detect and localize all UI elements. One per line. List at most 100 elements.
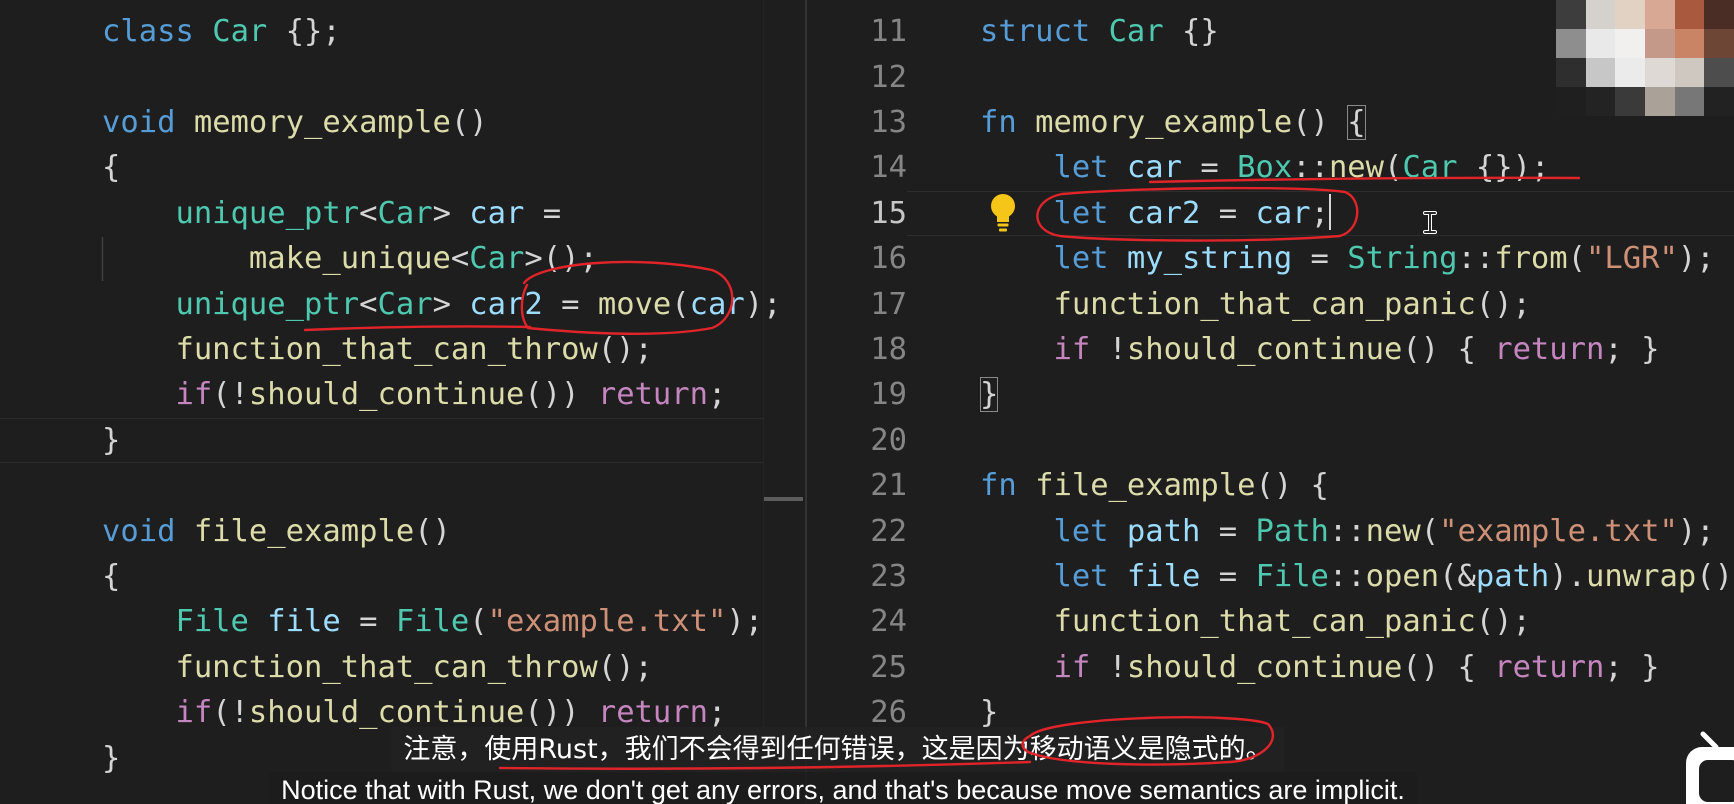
code-token: function_that_can_throw	[175, 649, 598, 685]
code-text[interactable]: if(!should_continue()) return;	[29, 695, 726, 730]
code-line[interactable]: }	[0, 418, 763, 463]
code-token: return	[1494, 649, 1605, 685]
overview-ruler[interactable]	[763, 0, 805, 804]
code-text[interactable]: let file = File::open(&path).unwrap()	[907, 554, 1734, 599]
code-line[interactable]: if(!should_continue()) return;	[0, 372, 763, 417]
code-text[interactable]: let car2 = car;	[907, 191, 1734, 236]
code-text[interactable]: }	[907, 372, 1734, 417]
right-code-lines[interactable]: 11 struct Car {} 12 13 fn memory_example() {…	[807, 9, 1734, 735]
code-line[interactable]: void memory_example()	[0, 100, 763, 145]
code-token: new	[1328, 150, 1385, 186]
code-line[interactable]: 23 let file = File::open(&path).unwrap()	[807, 554, 1734, 599]
code-token: fn	[980, 105, 1017, 141]
scroll-position-mark[interactable]	[764, 497, 803, 501]
webcam-mosaic-cell	[1674, 58, 1705, 87]
code-token: ::	[1292, 150, 1329, 186]
code-line[interactable]: 25 if !should_continue() { return; }	[807, 645, 1734, 690]
code-text[interactable]	[907, 418, 1734, 463]
code-line[interactable]: function_that_can_throw();	[0, 327, 763, 372]
code-text[interactable]	[29, 60, 102, 95]
code-text[interactable]: if !should_continue() { return; }	[907, 327, 1734, 372]
code-token: file_example	[193, 513, 415, 549]
code-token: Car	[212, 14, 268, 50]
code-text[interactable]: function_that_can_throw();	[29, 649, 653, 685]
code-line[interactable]: 14 let car = Box::new(Car {});	[807, 145, 1734, 190]
code-token: ())	[524, 695, 598, 731]
code-line[interactable]: {	[0, 145, 763, 190]
code-token: ();	[597, 649, 653, 685]
code-line[interactable]: 16 let my_string = String::from("LGR");	[807, 236, 1734, 281]
code-text[interactable]	[29, 468, 102, 503]
code-text[interactable]: File file = File("example.txt");	[29, 604, 763, 639]
code-token: function_that_can_panic	[1053, 604, 1476, 640]
active-code-line[interactable]: 15 let car2 = car;	[807, 191, 1734, 236]
line-number: 25	[870, 649, 907, 685]
code-line[interactable]: make_unique<Car>();	[0, 236, 763, 281]
code-line[interactable]: 19}	[807, 372, 1734, 417]
code-token: if	[175, 377, 213, 413]
code-text[interactable]: {	[29, 559, 120, 594]
code-token: fn	[980, 468, 1017, 504]
code-line[interactable]: class Car {};	[0, 9, 763, 54]
code-line[interactable]: 18 if !should_continue() { return; }	[807, 327, 1734, 372]
code-token: File	[175, 604, 249, 640]
code-text[interactable]: if !should_continue() { return; }	[907, 645, 1734, 690]
code-line[interactable]	[0, 463, 763, 508]
code-token: function_that_can_throw	[175, 332, 598, 368]
code-text[interactable]: function_that_can_throw();	[29, 332, 652, 368]
code-line[interactable]: unique_ptr<Car> car2 = move(car);	[0, 282, 781, 327]
code-token: );	[726, 604, 764, 640]
code-line[interactable]: {	[0, 554, 763, 599]
code-text[interactable]: unique_ptr<Car> car2 = move(car);	[29, 286, 781, 322]
left-editor-pane[interactable]: class Car {}; void memory_example() { uniq…	[0, 0, 805, 804]
webcam-mosaic-cell	[1644, 29, 1675, 58]
code-text[interactable]: }	[29, 423, 120, 458]
code-text[interactable]: let path = Path::new("example.txt");	[907, 509, 1734, 554]
code-text[interactable]: fn file_example() {	[907, 463, 1734, 508]
code-text[interactable]: function_that_can_panic();	[907, 599, 1734, 644]
code-text[interactable]: {	[29, 150, 120, 185]
editor-split-divider[interactable]	[805, 0, 807, 804]
code-text[interactable]: void memory_example()	[29, 105, 488, 140]
code-line[interactable]: 22 let path = Path::new("example.txt");	[807, 509, 1734, 554]
code-text[interactable]: if(!should_continue()) return;	[29, 377, 726, 412]
code-token: car	[689, 286, 745, 322]
left-code-lines[interactable]: class Car {}; void memory_example() { uniq…	[0, 9, 805, 781]
code-token: =	[1292, 241, 1348, 277]
code-line[interactable]: 21 fn file_example() {	[807, 463, 1734, 508]
code-line[interactable]: 17 function_that_can_panic();	[807, 282, 1734, 327]
code-line[interactable]: unique_ptr<Car> car =	[0, 191, 763, 236]
code-text[interactable]: function_that_can_panic();	[907, 282, 1734, 327]
code-token: should_continue	[248, 377, 525, 413]
code-line[interactable]: 20	[807, 418, 1734, 463]
code-text[interactable]: let my_string = String::from("LGR");	[907, 236, 1734, 281]
code-token: =	[1200, 558, 1256, 594]
code-token: move	[597, 286, 672, 322]
code-line[interactable]: function_that_can_throw();	[0, 645, 763, 690]
code-text[interactable]: class Car {};	[29, 14, 341, 49]
subtitle-chinese: 注意，使用Rust，我们不会得到任何错误，这是因为移动语义是隐式的。	[391, 727, 1285, 773]
code-text[interactable]: void file_example()	[29, 514, 451, 549]
code-text[interactable]: make_unique<Car>();	[29, 241, 598, 276]
code-text[interactable]: let car = Box::new(Car {});	[907, 145, 1734, 190]
right-editor-pane[interactable]: 11 struct Car {} 12 13 fn memory_example() {…	[807, 0, 1734, 804]
code-text[interactable]: unique_ptr<Car> car =	[29, 196, 561, 231]
code-line[interactable]: File file = File("example.txt");	[0, 599, 763, 644]
code-line[interactable]: 24 function_that_can_panic();	[807, 599, 1734, 644]
line-number: 17	[870, 286, 907, 322]
matched-bracket: }	[980, 377, 999, 413]
line-number: 11	[870, 14, 907, 50]
code-text[interactable]: }	[29, 741, 120, 776]
code-line[interactable]	[0, 55, 763, 100]
code-token: ;	[1310, 195, 1329, 231]
code-line[interactable]: void file_example()	[0, 509, 763, 554]
